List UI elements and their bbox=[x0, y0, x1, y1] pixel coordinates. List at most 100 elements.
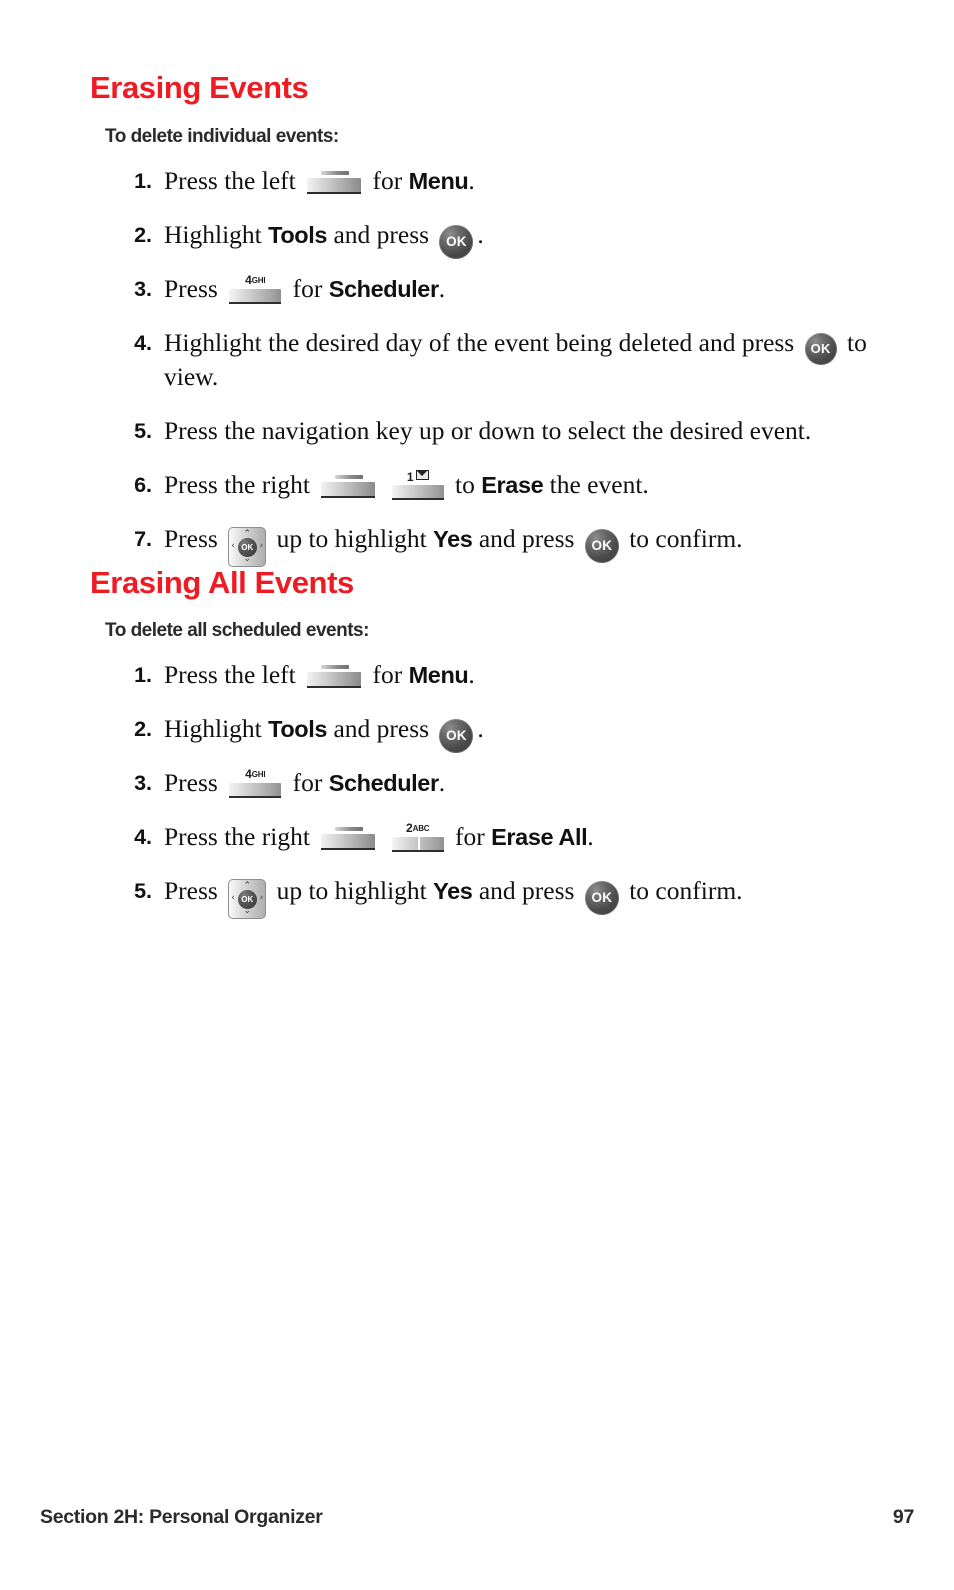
step-number: 4. bbox=[134, 825, 152, 849]
step-text-post: . bbox=[438, 768, 446, 797]
left-soft-key-icon bbox=[307, 664, 362, 688]
step-item: 7. Press ⌃ ⌄ ‹ › OK up to highlight Yes … bbox=[118, 522, 908, 568]
step-text-pre: Highlight bbox=[164, 714, 262, 743]
page-footer: Section 2H: Personal Organizer 97 bbox=[40, 1506, 914, 1532]
number-key-label: 2ABC bbox=[392, 822, 444, 835]
number-key-label: 1 bbox=[392, 470, 444, 483]
ok-key-icon: OK bbox=[584, 528, 619, 563]
step-text-post: . bbox=[477, 220, 484, 249]
step-item: 2. Highlight Tools and press OK . bbox=[118, 712, 908, 753]
step-text-bold: Erase bbox=[481, 472, 544, 498]
number-key-letters: GHI bbox=[251, 276, 266, 286]
step-text-bold: Erase All bbox=[491, 824, 588, 850]
step-text-bold: Yes bbox=[433, 878, 473, 904]
step-text-post: . bbox=[477, 714, 484, 743]
nav-left-arrow-icon: ‹ bbox=[231, 893, 235, 904]
left-soft-key-icon bbox=[307, 170, 362, 194]
number-key-letters: ABC bbox=[412, 824, 430, 834]
soft-key-slab bbox=[307, 177, 362, 194]
number-key-slab bbox=[229, 289, 282, 305]
number-key-digit: 2 bbox=[405, 821, 413, 836]
number-key-label: 4GHI bbox=[229, 768, 281, 781]
step-number: 3. bbox=[134, 277, 152, 301]
nav-right-arrow-icon: › bbox=[259, 893, 264, 904]
step-text-mid2: and press bbox=[478, 524, 575, 553]
step-text: Press the left for Menu. bbox=[164, 658, 908, 692]
footer-page-number: 97 bbox=[892, 1506, 914, 1528]
right-soft-key-icon bbox=[321, 826, 376, 850]
step-item: 1. Press the left for Menu. bbox=[118, 164, 908, 198]
step-text: Press ⌃ ⌄ ‹ › OK up to highlight Yes and… bbox=[164, 522, 908, 568]
step-text-post: . bbox=[587, 822, 594, 851]
ok-key-label: OK bbox=[591, 537, 613, 553]
navigation-key-icon: ⌃ ⌄ ‹ › OK bbox=[228, 527, 267, 568]
ok-key-icon: OK bbox=[584, 880, 619, 915]
soft-key-slab bbox=[321, 481, 376, 498]
number-key-1-message-icon: 1 bbox=[391, 470, 444, 501]
step-item: 4. Press the right 2ABC for Erase All. bbox=[118, 820, 908, 854]
step-text-pre: Highlight the desired day of the event b… bbox=[164, 328, 795, 357]
step-text-mid: for bbox=[372, 166, 403, 195]
step-text-bold: Yes bbox=[433, 526, 473, 552]
step-item: 4. Highlight the desired day of the even… bbox=[118, 326, 908, 394]
step-item: 5. Press the navigation key up or down t… bbox=[118, 414, 908, 448]
step-number: 4. bbox=[134, 331, 152, 355]
step-text-pre: Highlight bbox=[164, 220, 262, 249]
step-number: 2. bbox=[134, 223, 152, 247]
step-text-mid: for bbox=[372, 660, 403, 689]
ok-key-icon: OK bbox=[804, 333, 837, 366]
nav-ok-label: OK bbox=[237, 889, 257, 909]
step-number: 1. bbox=[134, 663, 152, 687]
step-text-post: the event. bbox=[549, 470, 649, 499]
ok-key-icon: OK bbox=[439, 718, 474, 753]
section-heading-erasing-all-events: Erasing All Events bbox=[90, 565, 354, 600]
navigation-key-icon: ⌃ ⌄ ‹ › OK bbox=[228, 879, 267, 920]
step-text-pre: Press bbox=[164, 768, 218, 797]
step-text: Press the right 2ABC for Erase All. bbox=[164, 820, 908, 854]
soft-key-slab bbox=[321, 833, 376, 850]
step-text: Press the navigation key up or down to s… bbox=[164, 416, 812, 445]
number-key-4-ghi-icon: 4GHI bbox=[229, 274, 282, 305]
footer-section-label: Section 2H: Personal Organizer bbox=[40, 1506, 323, 1528]
step-item: 3. Press 4GHI for Scheduler. bbox=[118, 766, 908, 800]
step-text-bold: Tools bbox=[268, 222, 328, 248]
step-item: 2. Highlight Tools and press OK . bbox=[118, 218, 908, 259]
step-text-post: . bbox=[468, 166, 475, 195]
step-text: Highlight the desired day of the event b… bbox=[164, 326, 908, 394]
nav-ok-label: OK bbox=[237, 537, 257, 557]
step-text-bold: Menu bbox=[408, 662, 469, 688]
step-text-pre: Press the left bbox=[164, 166, 296, 195]
step-text: Highlight Tools and press OK . bbox=[164, 712, 908, 753]
step-item: 5. Press ⌃ ⌄ ‹ › OK up to highlight Yes … bbox=[118, 874, 908, 920]
step-number: 5. bbox=[134, 879, 152, 903]
subheading-delete-all-scheduled-events: To delete all scheduled events: bbox=[105, 620, 369, 641]
envelope-icon bbox=[415, 470, 429, 481]
step-text-post: to confirm. bbox=[629, 876, 743, 905]
ok-key-label: OK bbox=[446, 233, 467, 249]
number-key-slab bbox=[391, 485, 444, 501]
step-text-mid: for bbox=[292, 274, 323, 303]
step-text-pre: Press the left bbox=[164, 660, 296, 689]
ok-key-label: OK bbox=[591, 889, 613, 905]
step-text: Press 4GHI for Scheduler. bbox=[164, 766, 908, 800]
number-key-label: 4GHI bbox=[229, 274, 281, 287]
nav-left-arrow-icon: ‹ bbox=[231, 541, 235, 552]
number-key-digit: 1 bbox=[406, 470, 414, 485]
step-text: Press the left for Menu. bbox=[164, 164, 908, 198]
steps-list-erasing-all-events: 1. Press the left for Menu. 2. Highlight… bbox=[118, 658, 908, 928]
step-number: 7. bbox=[134, 527, 152, 551]
step-text-pre: Press the right bbox=[164, 822, 310, 851]
step-text-bold: Menu bbox=[408, 168, 469, 194]
step-number: 5. bbox=[134, 419, 152, 443]
step-text-mid: and press bbox=[333, 220, 430, 249]
manual-page: Erasing Events To delete individual even… bbox=[0, 0, 954, 1590]
number-key-digit: 4 bbox=[245, 273, 252, 288]
step-text-pre: Press bbox=[164, 876, 218, 905]
step-text-post: to confirm. bbox=[629, 524, 743, 553]
ok-key-label: OK bbox=[446, 727, 467, 743]
step-text-bold: Scheduler bbox=[328, 770, 439, 796]
step-text-mid: up to highlight bbox=[276, 876, 427, 905]
soft-key-cap bbox=[335, 474, 364, 479]
step-text-mid2: and press bbox=[478, 876, 575, 905]
step-text-mid: for bbox=[455, 822, 485, 851]
